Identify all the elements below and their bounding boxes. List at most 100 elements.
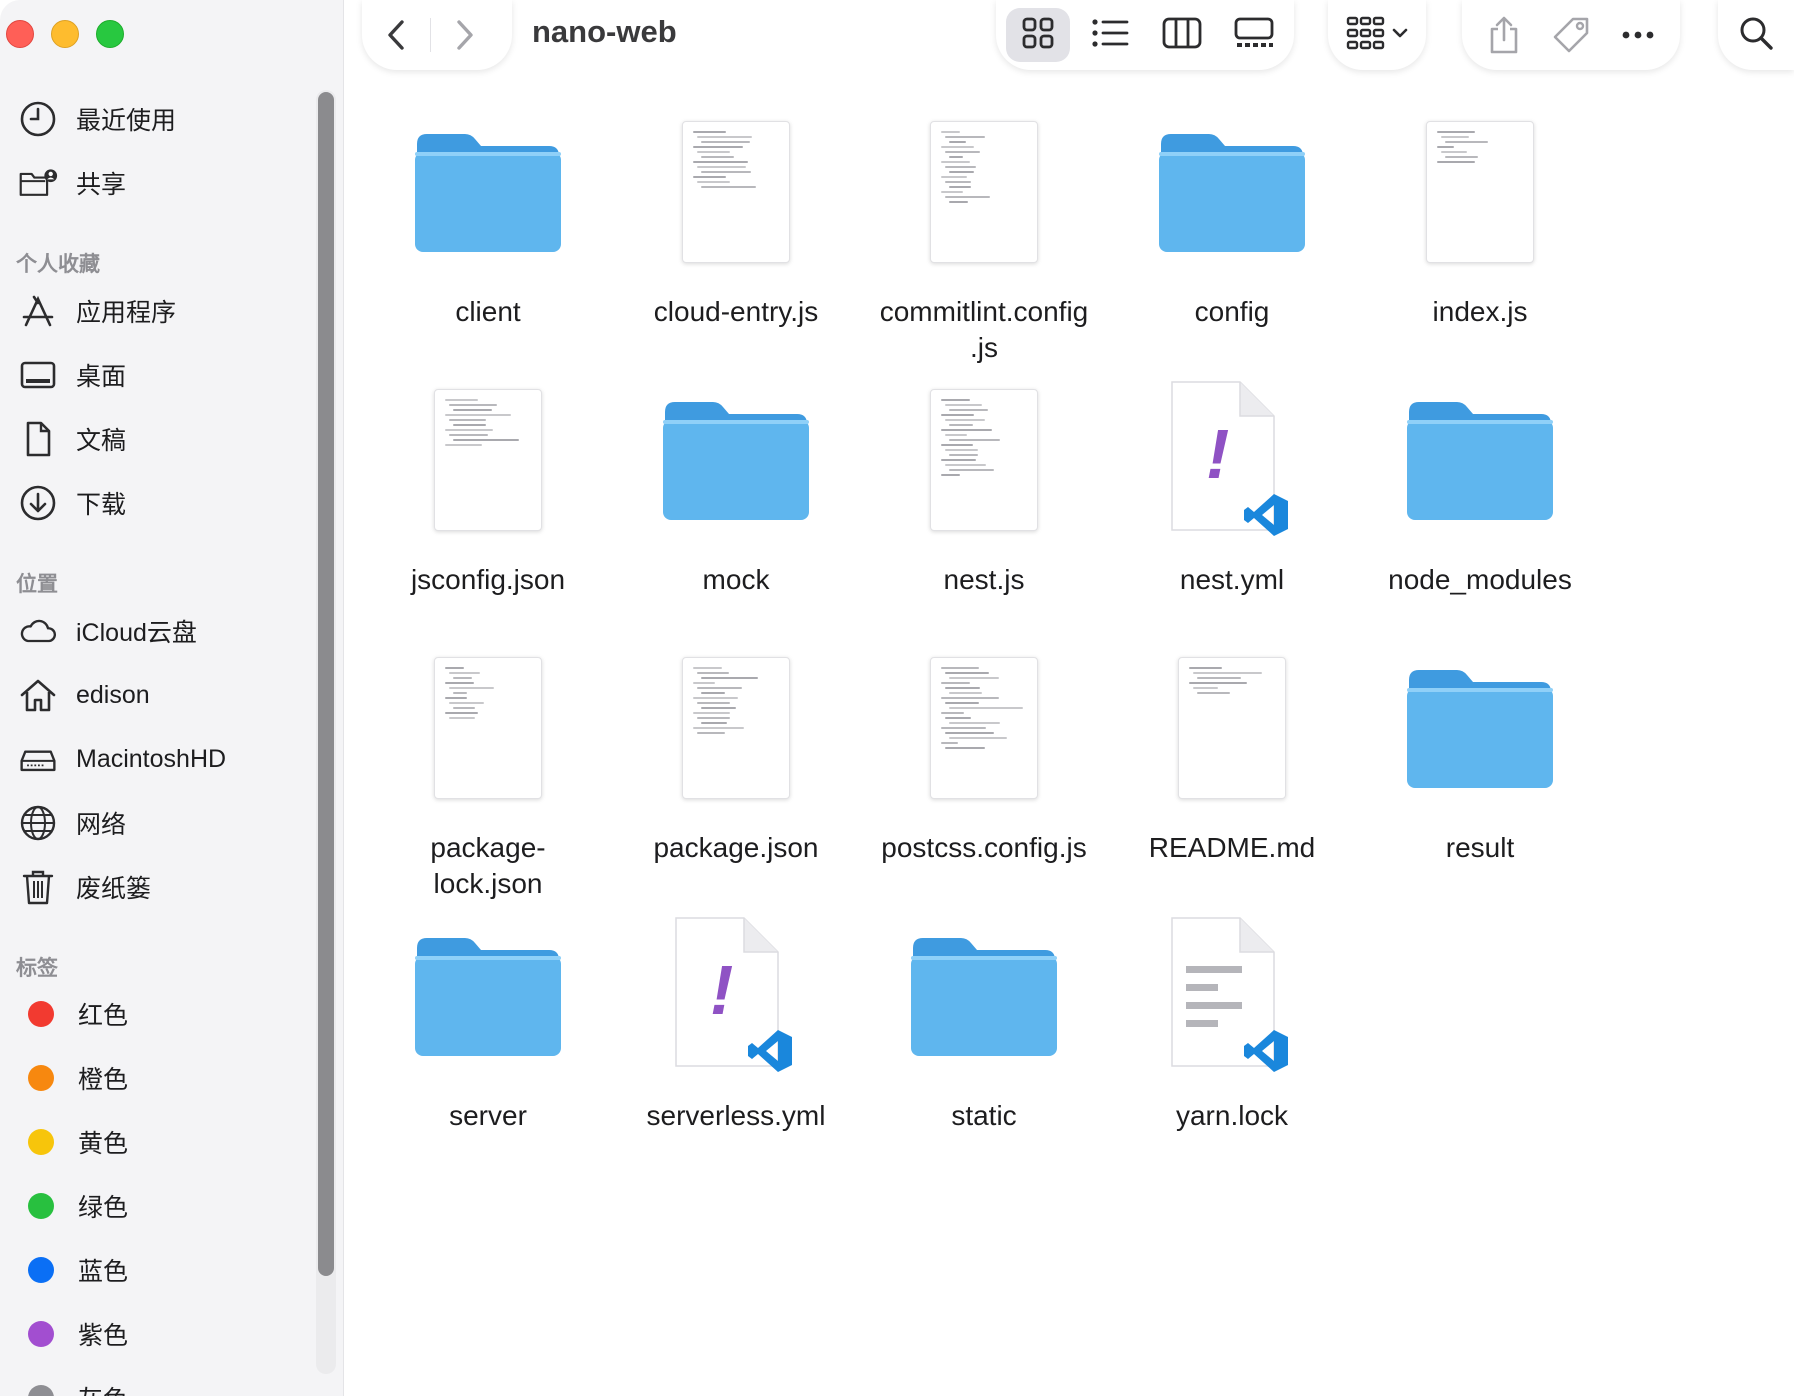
file-thumbnail <box>364 648 612 808</box>
sidebar-item-shared[interactable]: 共享 <box>18 159 318 207</box>
column-view-button[interactable] <box>1150 8 1214 62</box>
document-thumbnail-icon <box>434 389 542 531</box>
folder-item[interactable]: mock <box>612 380 860 598</box>
file-item[interactable]: package.json <box>612 648 860 866</box>
group-by-button[interactable] <box>1328 0 1426 70</box>
file-name: config <box>1194 296 1270 327</box>
nav-divider <box>430 18 431 52</box>
sidebar-tag-yellow[interactable]: 黄色 <box>18 1118 318 1166</box>
file-name: README.md <box>1148 832 1316 863</box>
folder-icon <box>907 934 1061 1058</box>
document-thumbnail-icon <box>1426 121 1534 263</box>
sidebar-tag-blue[interactable]: 蓝色 <box>18 1246 318 1294</box>
file-thumbnail <box>1356 648 1604 808</box>
gallery-view-button[interactable] <box>1222 8 1286 62</box>
file-thumbnail <box>364 380 612 540</box>
chevron-right-icon[interactable] <box>451 18 477 52</box>
sidebar-tag-purple[interactable]: 紫色 <box>18 1310 318 1358</box>
document-thumbnail-icon <box>434 657 542 799</box>
file-name: nest.yml <box>1179 564 1285 595</box>
sidebar-item-applications[interactable]: 应用程序 <box>18 287 318 335</box>
file-item[interactable]: README.md <box>1108 648 1356 866</box>
sidebar-item-macintosh-hd[interactable]: MacintoshHD <box>18 735 318 783</box>
sidebar-item-label: 应用程序 <box>76 299 177 327</box>
sidebar-tag-green[interactable]: 绿色 <box>18 1182 318 1230</box>
file-item[interactable]: commitlint.config .js <box>860 112 1108 366</box>
file-name: serverless.yml <box>646 1100 826 1131</box>
close-button[interactable] <box>6 20 34 48</box>
sidebar-item-label: 黄色 <box>78 1130 129 1158</box>
file-item[interactable]: index.js <box>1356 112 1604 330</box>
file-thumbnail <box>1108 916 1356 1076</box>
sidebar-item-label: MacintoshHD <box>76 744 227 773</box>
red-tag-icon <box>28 1001 54 1027</box>
sidebar-item-home[interactable]: edison <box>18 671 318 719</box>
icon-view-button[interactable] <box>1006 8 1070 62</box>
sidebar-tag-red[interactable]: 红色 <box>18 990 318 1038</box>
sidebar-scrollbar-thumb[interactable] <box>318 92 334 1276</box>
file-item[interactable]: ! nest.yml <box>1108 380 1356 598</box>
file-item[interactable]: nest.js <box>860 380 1108 598</box>
sidebar-item-label: iCloud云盘 <box>76 619 197 647</box>
blue-tag-icon <box>28 1257 54 1283</box>
sidebar-tag-gray[interactable]: 灰色 <box>18 1374 318 1396</box>
disk-icon <box>18 736 64 782</box>
navigation-controls <box>362 0 512 70</box>
file-thumbnail <box>1356 380 1604 540</box>
search-button[interactable] <box>1718 0 1794 70</box>
svg-text:!: ! <box>1206 415 1229 493</box>
zoom-button[interactable] <box>96 20 124 48</box>
minimize-button[interactable] <box>51 20 79 48</box>
ellipsis-icon[interactable] <box>1621 30 1655 40</box>
view-mode-switcher <box>996 0 1294 70</box>
share-icon[interactable] <box>1487 15 1521 55</box>
folder-item[interactable]: static <box>860 916 1108 1134</box>
cloud-icon <box>18 608 64 654</box>
folder-item[interactable]: client <box>364 112 612 330</box>
file-item[interactable]: package- lock.json <box>364 648 612 902</box>
file-item[interactable]: jsconfig.json <box>364 380 612 598</box>
list-view-button[interactable] <box>1078 8 1142 62</box>
sidebar-item-recents[interactable]: 最近使用 <box>18 95 318 143</box>
file-name: package- lock.json <box>430 832 546 899</box>
sidebar-item-desktop[interactable]: 桌面 <box>18 351 318 399</box>
action-buttons <box>1462 0 1680 70</box>
file-item[interactable]: yarn.lock <box>1108 916 1356 1134</box>
file-name: result <box>1445 832 1515 863</box>
sidebar-item-label: 共享 <box>76 171 127 199</box>
file-thumbnail <box>1108 648 1356 808</box>
sidebar-item-label: 橙色 <box>78 1066 129 1094</box>
sidebar-item-trash[interactable]: 废纸篓 <box>18 863 318 911</box>
purple-tag-icon <box>28 1321 54 1347</box>
file-thumbnail <box>860 648 1108 808</box>
file-name: jsconfig.json <box>410 564 566 595</box>
applications-icon <box>18 288 64 334</box>
document-thumbnail-icon <box>930 121 1038 263</box>
sidebar-item-label: 紫色 <box>78 1322 129 1350</box>
sidebar-item-label: 最近使用 <box>76 107 177 135</box>
file-item[interactable]: postcss.config.js <box>860 648 1108 866</box>
document-thumbnail-icon <box>682 121 790 263</box>
document-thumbnail-icon <box>930 657 1038 799</box>
sidebar-item-icloud[interactable]: iCloud云盘 <box>18 607 318 655</box>
folder-item[interactable]: result <box>1356 648 1604 866</box>
folder-item[interactable]: node_modules <box>1356 380 1604 598</box>
file-name: index.js <box>1432 296 1528 327</box>
folder-item[interactable]: server <box>364 916 612 1134</box>
sidebar-item-downloads[interactable]: 下载 <box>18 479 318 527</box>
chevron-left-icon[interactable] <box>384 18 410 52</box>
file-item[interactable]: cloud-entry.js <box>612 112 860 330</box>
tag-icon[interactable] <box>1551 15 1591 55</box>
folder-icon <box>1403 666 1557 790</box>
folder-icon <box>411 130 565 254</box>
chevron-down-icon <box>1392 26 1408 44</box>
sidebar-item-label: 灰色 <box>78 1380 128 1396</box>
file-thumbnail <box>860 112 1108 272</box>
sidebar-item-network[interactable]: 网络 <box>18 799 318 847</box>
sidebar-tag-orange[interactable]: 橙色 <box>18 1054 318 1102</box>
file-item[interactable]: ! serverless.yml <box>612 916 860 1134</box>
folder-item[interactable]: config <box>1108 112 1356 330</box>
document-icon <box>18 416 64 462</box>
home-icon <box>18 672 64 718</box>
sidebar-item-documents[interactable]: 文稿 <box>18 415 318 463</box>
